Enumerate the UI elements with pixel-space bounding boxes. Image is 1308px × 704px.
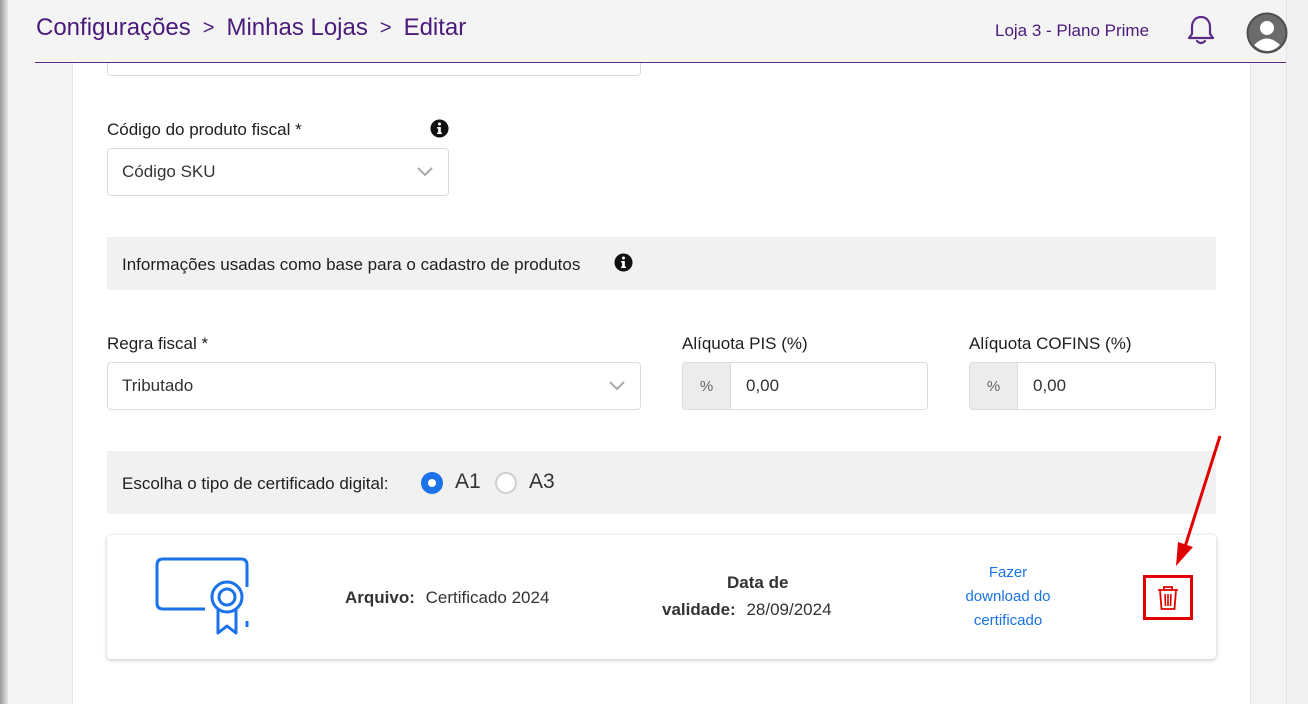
fiscal-rule-select[interactable]: Tributado	[107, 362, 641, 410]
base-info-title: Informações usadas como base para o cada…	[122, 255, 581, 274]
validity-info: validade: 28/09/2024	[662, 600, 832, 620]
percent-addon: %	[970, 363, 1018, 409]
scrollbar-track[interactable]	[1286, 0, 1308, 704]
download-line: Fazer	[988, 564, 1028, 581]
validity-value: 28/09/2024	[746, 600, 832, 619]
certificate-card: Arquivo: Certificado 2024 Data de valida…	[107, 535, 1216, 659]
user-avatar-icon[interactable]	[1246, 12, 1288, 54]
file-label: Arquivo:	[345, 588, 415, 607]
radio-a3-label[interactable]: A3	[529, 470, 555, 494]
window-edge	[0, 0, 8, 704]
breadcrumb-separator: >	[202, 16, 215, 39]
chevron-down-icon	[609, 381, 625, 391]
file-value: Certificado 2024	[425, 588, 550, 607]
base-info-section: Informações usadas como base para o cada…	[107, 237, 1216, 290]
percent-addon: %	[683, 363, 731, 409]
certificate-icon	[155, 557, 249, 635]
info-icon[interactable]	[430, 119, 449, 138]
cofins-label: Alíquota COFINS (%)	[969, 334, 1132, 353]
fiscal-code-select[interactable]: Código SKU	[107, 148, 449, 196]
annotation-arrow-icon	[1176, 435, 1222, 566]
certificate-type-label: Escolha o tipo de certificado digital:	[122, 474, 389, 493]
radio-a1-label[interactable]: A1	[455, 470, 481, 494]
certificate-type-section: Escolha o tipo de certificado digital:	[107, 451, 1216, 514]
download-line: certificado	[973, 612, 1043, 629]
delete-certificate-button[interactable]	[1143, 575, 1193, 620]
bell-icon[interactable]	[1186, 14, 1216, 46]
info-icon[interactable]	[614, 253, 633, 272]
validity-label-line1: Data de	[727, 573, 789, 592]
cofins-input[interactable]: 0,00	[1018, 363, 1215, 409]
pis-input-group: % 0,00	[682, 362, 928, 410]
pis-label: Alíquota PIS (%)	[682, 334, 808, 353]
previous-field-input[interactable]	[107, 63, 641, 76]
breadcrumb-configuracoes[interactable]: Configurações	[36, 14, 191, 42]
breadcrumb: Configurações > Minhas Lojas > Editar	[36, 14, 466, 42]
fiscal-code-label: Código do produto fiscal *	[107, 120, 302, 139]
file-info: Arquivo: Certificado 2024	[345, 588, 549, 608]
validity-label-line2: validade:	[662, 600, 736, 619]
fiscal-rule-label: Regra fiscal *	[107, 334, 209, 353]
download-line: download do	[965, 588, 1051, 605]
breadcrumb-editar: Editar	[403, 14, 467, 41]
store-plan-label[interactable]: Loja 3 - Plano Prime	[995, 21, 1149, 41]
chevron-down-icon	[417, 167, 433, 177]
top-bar: Configurações > Minhas Lojas > Editar Lo…	[8, 0, 1286, 62]
breadcrumb-separator: >	[379, 16, 392, 39]
fiscal-code-value: Código SKU	[122, 162, 216, 181]
trash-icon	[1158, 585, 1178, 610]
download-certificate-link[interactable]: Fazer download do certificado	[953, 561, 1063, 633]
radio-a3[interactable]	[495, 472, 517, 494]
pis-input[interactable]: 0,00	[731, 363, 927, 409]
fiscal-rule-value: Tributado	[122, 376, 194, 395]
radio-a1[interactable]	[421, 472, 443, 494]
breadcrumb-minhas-lojas[interactable]: Minhas Lojas	[226, 14, 367, 42]
cofins-input-group: % 0,00	[969, 362, 1216, 410]
